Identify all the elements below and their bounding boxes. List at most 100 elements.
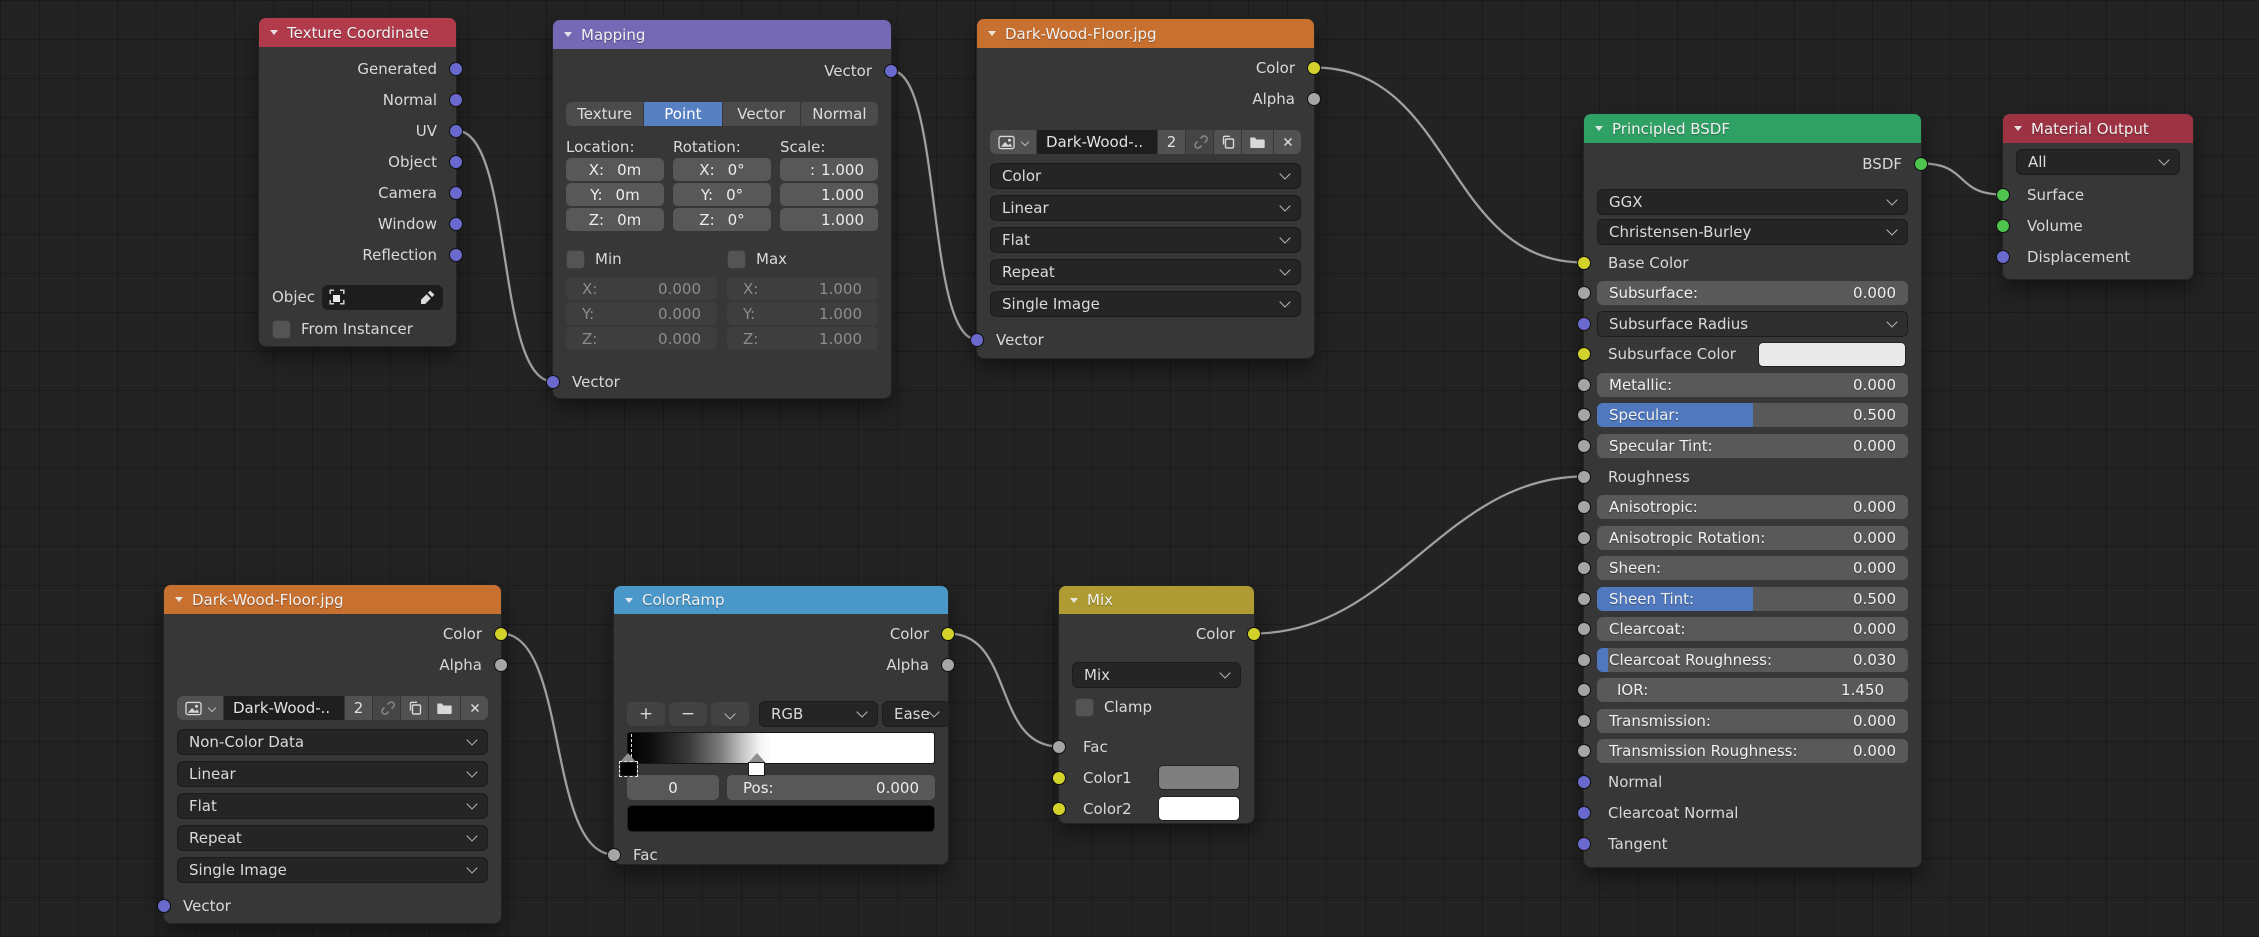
node-header[interactable]: Dark-Wood-Floor.jpg bbox=[164, 585, 501, 614]
source-dropdown[interactable]: Single Image bbox=[177, 857, 488, 883]
specular-tint-input-socket[interactable] bbox=[1577, 439, 1591, 453]
node-mapping[interactable]: Mapping Vector Texture Point Vector Norm… bbox=[552, 19, 892, 399]
vector-input-socket[interactable] bbox=[970, 333, 984, 347]
node-header[interactable]: Mapping bbox=[553, 20, 891, 49]
transmission-roughness-input-socket[interactable] bbox=[1577, 744, 1591, 758]
node-header[interactable]: Material Output bbox=[2003, 114, 2193, 143]
color-space-dropdown[interactable]: Color bbox=[990, 163, 1301, 189]
ramp-options-button[interactable] bbox=[711, 702, 749, 726]
scale-z-field[interactable]: 1.000 bbox=[780, 208, 878, 231]
max-z-field[interactable]: Z:1.000 bbox=[727, 327, 878, 350]
copy-icon[interactable] bbox=[1214, 130, 1241, 154]
anisotropic-rotation-input-socket[interactable] bbox=[1577, 531, 1591, 545]
alpha-output-socket[interactable] bbox=[941, 658, 955, 672]
scale-y-field[interactable]: 1.000 bbox=[780, 183, 878, 206]
subsurface-color-swatch[interactable] bbox=[1758, 342, 1906, 367]
node-image-texture-bottom[interactable]: Dark-Wood-Floor.jpg Color Alpha Dark-Woo… bbox=[163, 584, 502, 924]
surface-input-socket[interactable] bbox=[1996, 188, 2010, 202]
alpha-output-socket[interactable] bbox=[494, 658, 508, 672]
min-y-field[interactable]: Y:0.000 bbox=[566, 302, 717, 325]
image-browse-button[interactable] bbox=[177, 696, 223, 720]
alpha-output-socket[interactable] bbox=[1307, 92, 1321, 106]
collapse-triangle-icon[interactable] bbox=[625, 598, 633, 603]
users-count-button[interactable]: 2 bbox=[1158, 130, 1185, 154]
node-mix[interactable]: Mix Color Mix Clamp Fac Color1 Color2 bbox=[1058, 585, 1255, 824]
collapse-triangle-icon[interactable] bbox=[2014, 126, 2022, 131]
max-checkbox[interactable] bbox=[727, 250, 746, 269]
anisotropic-slider[interactable]: Anisotropic:0.000 bbox=[1597, 495, 1908, 519]
extension-dropdown[interactable]: Repeat bbox=[177, 825, 488, 851]
node-header[interactable]: Dark-Wood-Floor.jpg bbox=[977, 19, 1314, 48]
unlink-icon[interactable] bbox=[373, 696, 400, 720]
vector-output-socket[interactable] bbox=[884, 64, 898, 78]
location-x-field[interactable]: X:0m bbox=[566, 158, 664, 181]
color-output-socket[interactable] bbox=[941, 627, 955, 641]
sheen-tint-slider[interactable]: Sheen Tint:0.500 bbox=[1597, 587, 1908, 611]
normal-output-socket[interactable] bbox=[449, 93, 463, 107]
volume-input-socket[interactable] bbox=[1996, 219, 2010, 233]
color1-input-socket[interactable] bbox=[1052, 771, 1066, 785]
ramp-stop-handle[interactable] bbox=[748, 753, 766, 776]
stop-index-field[interactable]: 0 bbox=[627, 775, 719, 800]
tab-texture[interactable]: Texture bbox=[566, 102, 643, 126]
node-principled-bsdf[interactable]: Principled BSDF BSDF GGX Christensen-Bur… bbox=[1583, 113, 1922, 868]
rotation-y-field[interactable]: Y:0° bbox=[673, 183, 771, 206]
color-mode-dropdown[interactable]: RGB bbox=[759, 701, 878, 727]
fac-input-socket[interactable] bbox=[1052, 740, 1066, 754]
sheen-slider[interactable]: Sheen:0.000 bbox=[1597, 556, 1908, 580]
subsurface-method-dropdown[interactable]: Christensen-Burley bbox=[1597, 219, 1908, 245]
node-header[interactable]: Texture Coordinate bbox=[259, 18, 456, 47]
color2-input-socket[interactable] bbox=[1052, 802, 1066, 816]
fac-input-socket[interactable] bbox=[607, 848, 621, 862]
add-stop-button[interactable]: + bbox=[627, 702, 665, 726]
source-dropdown[interactable]: Single Image bbox=[990, 291, 1301, 317]
close-icon[interactable] bbox=[1274, 130, 1301, 154]
object-picker-field[interactable] bbox=[322, 285, 443, 310]
vector-input-socket[interactable] bbox=[157, 899, 171, 913]
uv-output-socket[interactable] bbox=[449, 124, 463, 138]
normal-input-socket[interactable] bbox=[1577, 775, 1591, 789]
node-image-texture-top[interactable]: Dark-Wood-Floor.jpg Color Alpha Dark-Woo… bbox=[976, 18, 1315, 359]
transmission-roughness-slider[interactable]: Transmission Roughness:0.000 bbox=[1597, 739, 1908, 763]
image-name-field[interactable]: Dark-Wood-.. bbox=[224, 696, 344, 720]
reflection-output-socket[interactable] bbox=[449, 248, 463, 262]
color1-swatch[interactable] bbox=[1158, 765, 1240, 790]
node-header[interactable]: Principled BSDF bbox=[1584, 114, 1921, 143]
collapse-triangle-icon[interactable] bbox=[564, 32, 572, 37]
image-name-field[interactable]: Dark-Wood-.. bbox=[1037, 130, 1157, 154]
ramp-interpolation-dropdown[interactable]: Ease bbox=[882, 701, 950, 727]
color-output-socket[interactable] bbox=[1307, 61, 1321, 75]
open-folder-icon[interactable] bbox=[429, 696, 460, 720]
metallic-slider[interactable]: Metallic:0.000 bbox=[1597, 373, 1908, 397]
ramp-stop-handle[interactable] bbox=[619, 753, 637, 776]
interpolation-dropdown[interactable]: Linear bbox=[990, 195, 1301, 221]
ior-field[interactable]: IOR:1.450 bbox=[1597, 678, 1908, 702]
node-header[interactable]: ColorRamp bbox=[614, 586, 948, 614]
unlink-icon[interactable] bbox=[1186, 130, 1213, 154]
users-count-button[interactable]: 2 bbox=[345, 696, 372, 720]
color-space-dropdown[interactable]: Non-Color Data bbox=[177, 729, 488, 755]
color2-swatch[interactable] bbox=[1158, 796, 1240, 821]
generated-output-socket[interactable] bbox=[449, 62, 463, 76]
transmission-slider[interactable]: Transmission:0.000 bbox=[1597, 709, 1908, 733]
open-folder-icon[interactable] bbox=[1242, 130, 1273, 154]
clearcoat-roughness-input-socket[interactable] bbox=[1577, 653, 1591, 667]
from-instancer-checkbox[interactable] bbox=[272, 320, 291, 339]
ior-input-socket[interactable] bbox=[1577, 683, 1591, 697]
eyedropper-icon[interactable] bbox=[420, 289, 436, 305]
tab-normal[interactable]: Normal bbox=[801, 102, 878, 126]
tangent-input-socket[interactable] bbox=[1577, 837, 1591, 851]
projection-dropdown[interactable]: Flat bbox=[990, 227, 1301, 253]
location-z-field[interactable]: Z:0m bbox=[566, 208, 664, 231]
node-editor-canvas[interactable]: Texture Coordinate Generated Normal UV O… bbox=[0, 0, 2259, 937]
specular-tint-slider[interactable]: Specular Tint:0.000 bbox=[1597, 434, 1908, 458]
specular-input-socket[interactable] bbox=[1577, 408, 1591, 422]
stop-position-field[interactable]: Pos:0.000 bbox=[727, 775, 935, 800]
blend-mode-dropdown[interactable]: Mix bbox=[1072, 662, 1241, 688]
collapse-triangle-icon[interactable] bbox=[175, 597, 183, 602]
clearcoat-slider[interactable]: Clearcoat:0.000 bbox=[1597, 617, 1908, 641]
color-output-socket[interactable] bbox=[494, 627, 508, 641]
color-output-socket[interactable] bbox=[1247, 627, 1261, 641]
collapse-triangle-icon[interactable] bbox=[1070, 598, 1078, 603]
sheen-input-socket[interactable] bbox=[1577, 561, 1591, 575]
